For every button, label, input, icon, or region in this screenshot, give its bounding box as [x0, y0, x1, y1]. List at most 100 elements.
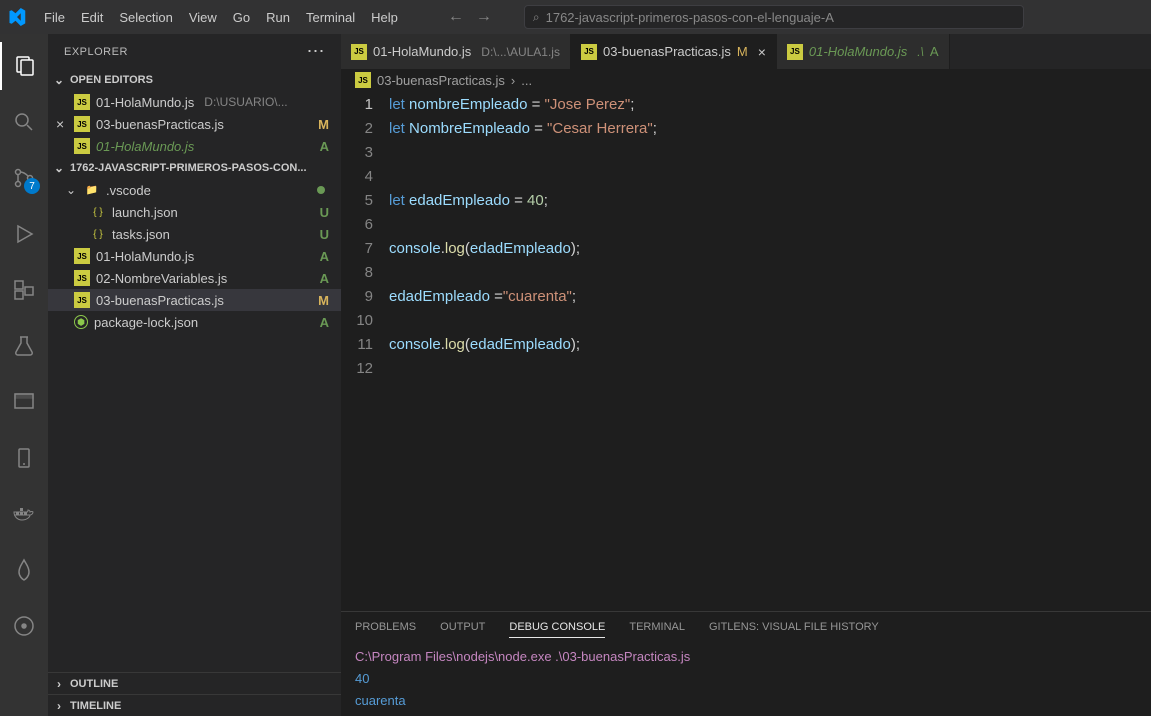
chevron-down-icon: ⌄: [52, 73, 66, 87]
nav-forward-icon[interactable]: →: [476, 8, 492, 26]
explorer-title: EXPLORER: [64, 46, 128, 58]
file-label: launch.json: [112, 205, 178, 220]
panel-tab-problems[interactable]: PROBLEMS: [355, 617, 416, 637]
command-center-search[interactable]: ⌕ 1762-javascript-primeros-pasos-con-el-…: [524, 5, 1024, 29]
js-file-icon: JS: [74, 116, 90, 132]
js-file-icon: JS: [74, 138, 90, 154]
editor-tab[interactable]: JS03-buenasPracticas.jsM×: [571, 34, 777, 69]
menu-run[interactable]: Run: [258, 6, 298, 29]
file-item[interactable]: JS01-HolaMundo.jsA: [48, 245, 341, 267]
workspace-header[interactable]: ⌄ 1762-JAVASCRIPT-PRIMEROS-PASOS-CON...: [48, 157, 341, 179]
chevron-right-icon: ›: [52, 677, 66, 691]
timeline-header[interactable]: › TIMELINE: [48, 694, 341, 716]
open-editors-header[interactable]: ⌄ OPEN EDITORS: [48, 69, 341, 91]
js-file-icon: JS: [787, 44, 803, 60]
file-item[interactable]: ⬢package-lock.jsonA: [48, 311, 341, 333]
remote-icon[interactable]: [0, 602, 48, 650]
run-debug-icon[interactable]: [0, 210, 48, 258]
console-line: C:\Program Files\nodejs\node.exe .\03-bu…: [355, 646, 1137, 668]
device-icon[interactable]: [0, 434, 48, 482]
js-file-icon: JS: [351, 44, 367, 60]
json-file-icon: { }: [90, 204, 106, 220]
explorer-icon[interactable]: [0, 42, 48, 90]
tab-label: 01-HolaMundo.js: [809, 44, 907, 59]
js-file-icon: JS: [74, 270, 90, 286]
workspace-label: 1762-JAVASCRIPT-PRIMEROS-PASOS-CON...: [70, 162, 307, 174]
file-label: 02-NombreVariables.js: [96, 271, 227, 286]
debug-console-output[interactable]: C:\Program Files\nodejs\node.exe .\03-bu…: [341, 642, 1151, 716]
open-editor-item[interactable]: JS01-HolaMundo.jsD:\USUARIO\...: [48, 91, 341, 113]
nav-arrows: ← →: [448, 8, 492, 26]
file-item[interactable]: { }tasks.jsonU: [48, 223, 341, 245]
layout-icon[interactable]: [0, 378, 48, 426]
search-placeholder: 1762-javascript-primeros-pasos-con-el-le…: [546, 10, 834, 25]
activity-bar: 7: [0, 34, 48, 716]
tab-label: 01-HolaMundo.js: [373, 44, 471, 59]
panel-tab-gitlens-visual-file-history[interactable]: GITLENS: VISUAL FILE HISTORY: [709, 617, 879, 637]
panel-tab-output[interactable]: OUTPUT: [440, 617, 485, 637]
docker-icon[interactable]: [0, 490, 48, 538]
json-file-icon: { }: [90, 226, 106, 242]
js-file-icon: JS: [355, 72, 371, 88]
close-icon[interactable]: ×: [758, 44, 766, 60]
file-item[interactable]: { }launch.jsonU: [48, 201, 341, 223]
menu-go[interactable]: Go: [225, 6, 258, 29]
editor-tab[interactable]: JS01-HolaMundo.js.\A: [777, 34, 950, 69]
tab-label: 03-buenasPracticas.js: [603, 44, 731, 59]
chevron-right-icon: ›: [52, 699, 66, 713]
file-item[interactable]: JS 03-buenasPracticas.js M: [48, 289, 341, 311]
menu-help[interactable]: Help: [363, 6, 406, 29]
file-label: 03-buenasPracticas.js: [96, 293, 224, 308]
console-line: cuarenta: [355, 690, 1137, 712]
editor-tab[interactable]: JS01-HolaMundo.jsD:\...\AULA1.js: [341, 34, 571, 69]
sidebar: EXPLORER ⋯ ⌄ OPEN EDITORS JS01-HolaMundo…: [48, 34, 341, 716]
js-file-icon: JS: [74, 292, 90, 308]
timeline-label: TIMELINE: [70, 700, 121, 712]
breadcrumb[interactable]: JS 03-buenasPracticas.js › ...: [341, 69, 1151, 91]
close-icon[interactable]: ×: [56, 116, 64, 132]
folder-item[interactable]: ⌄📁.vscode: [48, 179, 341, 201]
source-control-icon[interactable]: 7: [0, 154, 48, 202]
extensions-icon[interactable]: [0, 266, 48, 314]
chevron-down-icon: ⌄: [52, 161, 66, 175]
title-bar: FileEditSelectionViewGoRunTerminalHelp ←…: [0, 0, 1151, 34]
git-status: M: [318, 293, 329, 308]
console-line: 40: [355, 668, 1137, 690]
open-editor-item[interactable]: JS01-HolaMundo.jsA: [48, 135, 341, 157]
modified-dot: [317, 186, 325, 194]
menu-view[interactable]: View: [181, 6, 225, 29]
more-actions-icon[interactable]: ⋯: [307, 41, 326, 62]
file-label: 01-HolaMundo.js: [96, 249, 194, 264]
breadcrumb-file: 03-buenasPracticas.js: [377, 73, 505, 88]
nav-back-icon[interactable]: ←: [448, 8, 464, 26]
file-path: D:\USUARIO\...: [204, 95, 287, 109]
panel-tab-debug-console[interactable]: DEBUG CONSOLE: [509, 617, 605, 638]
node-icon: ⬢: [74, 315, 88, 329]
vscode-logo-icon: [8, 8, 26, 26]
git-status: M: [737, 44, 748, 59]
file-label: 03-buenasPracticas.js: [96, 117, 224, 132]
git-status: A: [320, 249, 329, 264]
panel-tab-terminal[interactable]: TERMINAL: [629, 617, 685, 637]
code-editor[interactable]: 123456789101112 let nombreEmpleado = "Jo…: [341, 91, 1151, 611]
search-activity-icon[interactable]: [0, 98, 48, 146]
menu-terminal[interactable]: Terminal: [298, 6, 363, 29]
testing-icon[interactable]: [0, 322, 48, 370]
panel-tabs: PROBLEMS OUTPUT DEBUG CONSOLE TERMINAL GITLE…: [341, 612, 1151, 642]
open-editor-item[interactable]: × JS 03-buenasPracticas.js M: [48, 113, 341, 135]
file-item[interactable]: JS 02-NombreVariables.js A: [48, 267, 341, 289]
file-label: .vscode: [106, 183, 151, 198]
outline-header[interactable]: › OUTLINE: [48, 672, 341, 694]
git-status: U: [320, 227, 329, 242]
git-status: A: [930, 44, 939, 59]
menu-file[interactable]: File: [36, 6, 73, 29]
git-status: A: [320, 139, 329, 154]
breadcrumb-separator: ›: [511, 73, 515, 88]
menu-edit[interactable]: Edit: [73, 6, 111, 29]
mongodb-icon[interactable]: [0, 546, 48, 594]
git-status: A: [320, 271, 329, 286]
editor-tabs: JS01-HolaMundo.jsD:\...\AULA1.jsJS03-bue…: [341, 34, 1151, 69]
menu-selection[interactable]: Selection: [111, 6, 180, 29]
outline-label: OUTLINE: [70, 678, 118, 690]
git-status: M: [318, 117, 329, 132]
